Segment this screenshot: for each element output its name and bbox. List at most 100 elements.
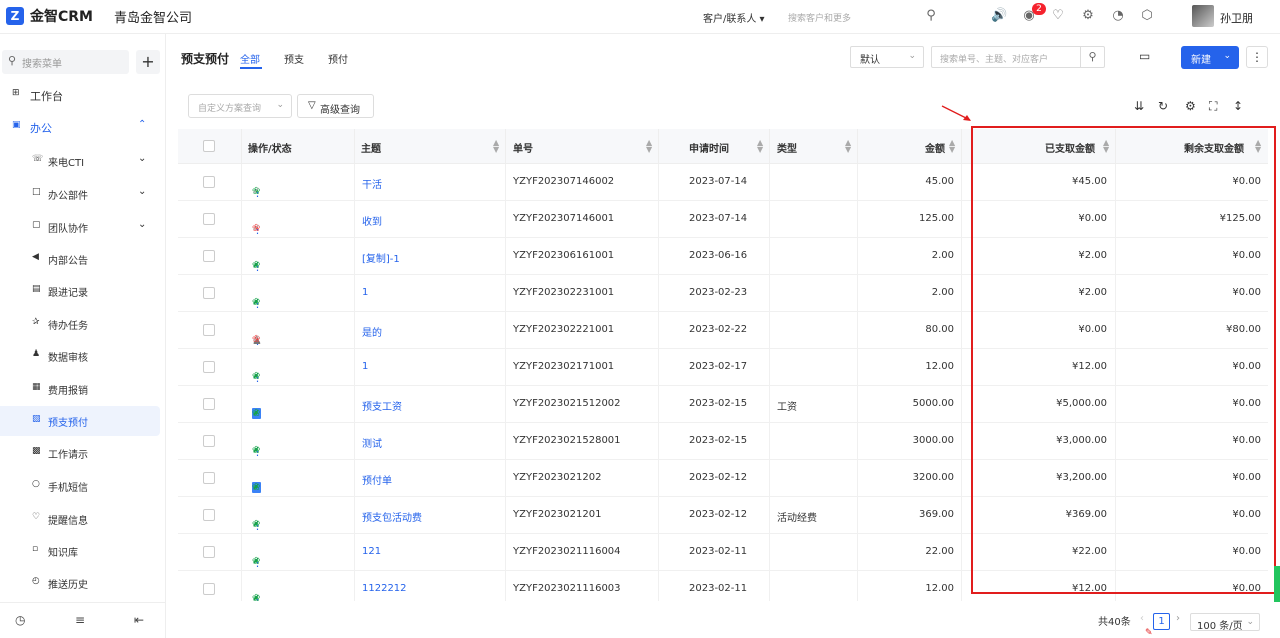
sidebar-item-followup[interactable]: ▤ 跟进记录	[0, 276, 160, 306]
sidebar-item-todo[interactable]: ✰ 待办任务	[0, 309, 160, 339]
row-checkbox[interactable]	[203, 472, 215, 484]
sidebar-item-expense[interactable]: ▦ 费用报销	[0, 374, 160, 404]
row-checkbox[interactable]	[203, 324, 215, 336]
row-subject[interactable]: 干活	[362, 176, 382, 191]
tab-all[interactable]: 全部	[240, 51, 260, 66]
select-all-checkbox[interactable]	[203, 140, 215, 152]
sidebar-item-announcement[interactable]: ◀ 内部公告	[0, 244, 160, 274]
sort-icon[interactable]: ▲ ▼	[646, 139, 652, 154]
company-name[interactable]: 青岛金智公司	[114, 7, 192, 26]
row-date-cell: 2023-02-11	[659, 534, 770, 571]
row-subject[interactable]: 收到	[362, 213, 382, 228]
sidebar-item-team[interactable]: ▢ 团队协作 ⌄	[0, 212, 160, 242]
clock-icon[interactable]: ◷	[15, 613, 25, 627]
column-header-amount[interactable]: 金额 ▲ ▼	[858, 129, 962, 164]
advanced-query-button[interactable]: ▽ 高级查询	[297, 94, 374, 118]
row-checkbox[interactable]	[203, 250, 215, 262]
row-subject[interactable]: 测试	[362, 435, 382, 450]
column-header-number[interactable]: 单号 ▲ ▼	[506, 129, 659, 164]
search-type-select[interactable]: 客户/联系人 ▾	[703, 10, 765, 25]
page-header: 预支预付 全部 预支 预付 默认 ⌄ 搜索单号、主题、对应客户 ⚲ ▭ 新建 ⌄…	[166, 34, 1280, 80]
page-size-select[interactable]: 100 条/页 ⌄	[1190, 613, 1260, 632]
row-amount: 45.00	[925, 176, 954, 187]
sort-icon[interactable]: ▲ ▼	[845, 139, 851, 154]
row-checkbox[interactable]	[203, 361, 215, 373]
sidebar-item-cti[interactable]: ☏ 来电CTI ⌄	[0, 146, 160, 176]
fullscreen-icon[interactable]: ⛶	[1209, 99, 1217, 114]
column-header-type[interactable]: 类型 ▲ ▼	[770, 129, 858, 164]
view-select[interactable]: 默认 ⌄	[850, 46, 924, 68]
row-subject[interactable]: 1122212	[362, 583, 407, 594]
row-date-cell: 2023-07-14	[659, 201, 770, 238]
approval-check-icon: ✓	[252, 334, 261, 345]
avatar[interactable]	[1192, 5, 1214, 27]
sidebar-item-data-review[interactable]: ♟ 数据审核	[0, 341, 160, 371]
row-number-cell: YZYF202307146001	[506, 201, 659, 238]
speaker-icon[interactable]: 🔊	[991, 8, 1007, 24]
row-checkbox[interactable]	[203, 546, 215, 558]
row-checkbox[interactable]	[203, 213, 215, 225]
row-checkbox[interactable]	[203, 287, 215, 299]
sidebar-item-knowledge[interactable]: ▫ 知识库	[0, 536, 160, 566]
double-chevron-down-icon[interactable]: ⇊	[1134, 99, 1144, 113]
column-header-label: 申请时间	[689, 144, 729, 155]
search-icon[interactable]: ⚲	[1080, 47, 1104, 67]
menu-search-input[interactable]: ⚲ 搜索菜单	[2, 50, 129, 74]
row-subject[interactable]: 是的	[362, 324, 382, 339]
sidebar-item-office[interactable]: ▣ 办公 ⌃	[0, 112, 160, 142]
row-checkbox[interactable]	[203, 398, 215, 410]
refresh-icon[interactable]: ↻	[1158, 99, 1168, 113]
row-subject[interactable]: 121	[362, 546, 381, 557]
row-height-icon[interactable]: ↕	[1233, 99, 1243, 113]
user-name[interactable]: 孙卫朋	[1220, 10, 1253, 26]
tab-advance[interactable]: 预支	[284, 51, 304, 66]
row-checkbox[interactable]	[203, 435, 215, 447]
chart-icon[interactable]: ◔	[1110, 8, 1126, 24]
side-tab[interactable]	[1274, 566, 1280, 602]
help-icon[interactable]: ✎	[1145, 628, 1159, 638]
sort-icon[interactable]: ▲ ▼	[493, 139, 499, 154]
row-subject[interactable]: 预支工资	[362, 398, 402, 413]
add-menu-button[interactable]: +	[136, 50, 160, 74]
row-ops-cell: ⋮ ❀ ✓	[242, 201, 355, 238]
row-subject[interactable]: 预付单	[362, 472, 392, 487]
row-type-cell: 工资	[770, 386, 858, 423]
sidebar-item-push-history[interactable]: ◴ 推送历史	[0, 568, 160, 598]
column-header-subject[interactable]: 主题 ▲ ▼	[355, 129, 506, 164]
sidebar-item-work-request[interactable]: ▩ 工作请示	[0, 438, 160, 468]
row-subject-cell: 测试	[355, 423, 506, 460]
row-checkbox[interactable]	[203, 509, 215, 521]
sort-icon[interactable]: ▲ ▼	[949, 139, 955, 154]
next-page-icon[interactable]: ›	[1176, 613, 1180, 624]
bell-icon[interactable]: ♡	[1050, 8, 1066, 24]
row-subject[interactable]: 预支包活动费	[362, 509, 422, 524]
monitor-icon[interactable]: ▭	[1139, 49, 1150, 63]
row-checkbox[interactable]	[203, 583, 215, 595]
sidebar-item-prepay[interactable]: ▧ 预支预付	[0, 406, 160, 436]
sidebar-item-office-widgets[interactable]: □ 办公部件 ⌄	[0, 179, 160, 209]
search-input[interactable]: 搜索单号、主题、对应客户 ⚲	[931, 46, 1105, 68]
column-header-date[interactable]: 申请时间 ▲ ▼	[659, 129, 770, 164]
sort-icon[interactable]: ▲ ▼	[757, 139, 763, 154]
collapse-menu-icon[interactable]: ⇤	[134, 613, 144, 627]
tab-prepay[interactable]: 预付	[328, 51, 348, 66]
new-button[interactable]: 新建 ⌄	[1181, 46, 1239, 69]
row-subject[interactable]: [复制]-1	[362, 250, 400, 265]
settings-icon[interactable]: ⚙	[1185, 99, 1196, 113]
more-icon[interactable]: ⋮	[1246, 46, 1268, 68]
row-subject[interactable]: 1	[362, 361, 368, 372]
row-subject[interactable]: 1	[362, 287, 368, 298]
sidebar-item-workbench[interactable]: ⊞ 工作台	[0, 80, 160, 110]
sidebar-item-sms[interactable]: ○ 手机短信	[0, 471, 160, 501]
sliders-icon[interactable]: ≡	[75, 613, 85, 627]
sidebar-item-reminder[interactable]: ♡ 提醒信息	[0, 504, 160, 534]
row-checkbox[interactable]	[203, 176, 215, 188]
search-icon[interactable]: ⚲	[923, 8, 939, 24]
row-number: YZYF2023021116003	[513, 583, 621, 594]
row-type-cell	[770, 275, 858, 312]
custom-query-select[interactable]: 自定义方案查询 ⌄	[188, 94, 292, 118]
cube-icon[interactable]: ⬡	[1139, 8, 1155, 24]
settings-icon[interactable]: ⚙	[1080, 8, 1096, 24]
global-search-input[interactable]: 搜索客户和更多	[788, 11, 851, 24]
prev-page-icon[interactable]: ‹	[1140, 613, 1144, 624]
